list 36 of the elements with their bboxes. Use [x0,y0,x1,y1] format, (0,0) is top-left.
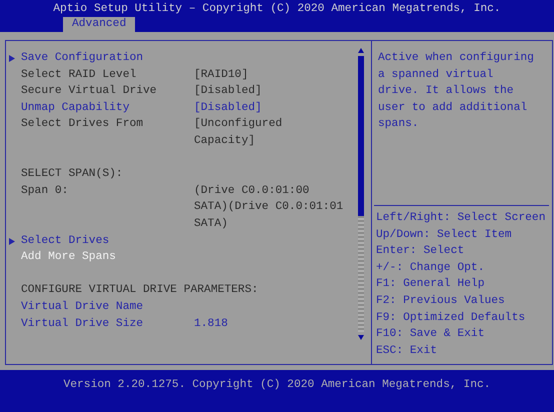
setting-value[interactable]: [Disabled] [194,100,262,116]
submenu-arrow-icon [9,55,15,62]
key-hint: Up/Down: Select Item [376,228,513,243]
menu-item[interactable]: Virtual Drive Size [21,316,144,332]
info-value: (Drive C0.0:01:00 SATA)(Drive C0.0:01:01 SATA) [194,184,344,232]
menu-item[interactable]: Unmap Capability [21,100,130,116]
section-heading: SELECT SPAN(S): [21,166,123,182]
scroll-up-icon[interactable] [358,48,364,53]
key-hint: F2: Previous Values [376,294,506,309]
version-text: Version 2.20.1275. Copyright (C) 2020 American Megatrends, Inc. [63,378,491,393]
help-text: Active when configuring a spanned virtual drive. It allows the user to add additional spans. [378,50,534,132]
key-hint: F9: Optimized Defaults [376,310,526,326]
key-hint: F10: Save & Exit [376,326,486,342]
menu-item[interactable]: Add More Spans [21,249,116,266]
menu-item[interactable]: Select Drives [21,232,110,250]
menu-item: Select RAID Level [21,68,136,83]
key-hint: Left/Right: Select Screen [376,210,546,226]
key-hint: ESC: Exit [376,344,438,359]
key-hint: +/-: Change Opt. [376,260,486,276]
menu-tab[interactable]: Advanced [63,17,136,32]
scroll-down-icon[interactable] [358,335,364,340]
scrollbar[interactable] [356,48,365,340]
key-hint: Enter: Select [376,244,466,260]
section-heading: CONFIGURE VIRTUAL DRIVE PARAMETERS: [21,283,258,298]
setting-value: [Unconfigured Capacity] [194,116,284,149]
menu-item: Secure Virtual Drive [21,84,157,100]
menu-item[interactable]: Virtual Drive Name [21,298,144,316]
setting-value[interactable]: 1.818 [194,316,228,332]
info-label: Span 0: [21,184,68,199]
menu-item[interactable]: Save Configuration [21,50,144,67]
submenu-arrow-icon [9,238,15,245]
setting-value: [Disabled] [194,84,262,100]
window-title: Aptio Setup Utility – Copyright (C) 2020 American Megatrends, Inc. [52,2,502,17]
setting-value: [RAID10] [194,68,248,83]
key-hint: F1: General Help [376,276,486,292]
menu-item: Select Drives From [21,116,144,132]
